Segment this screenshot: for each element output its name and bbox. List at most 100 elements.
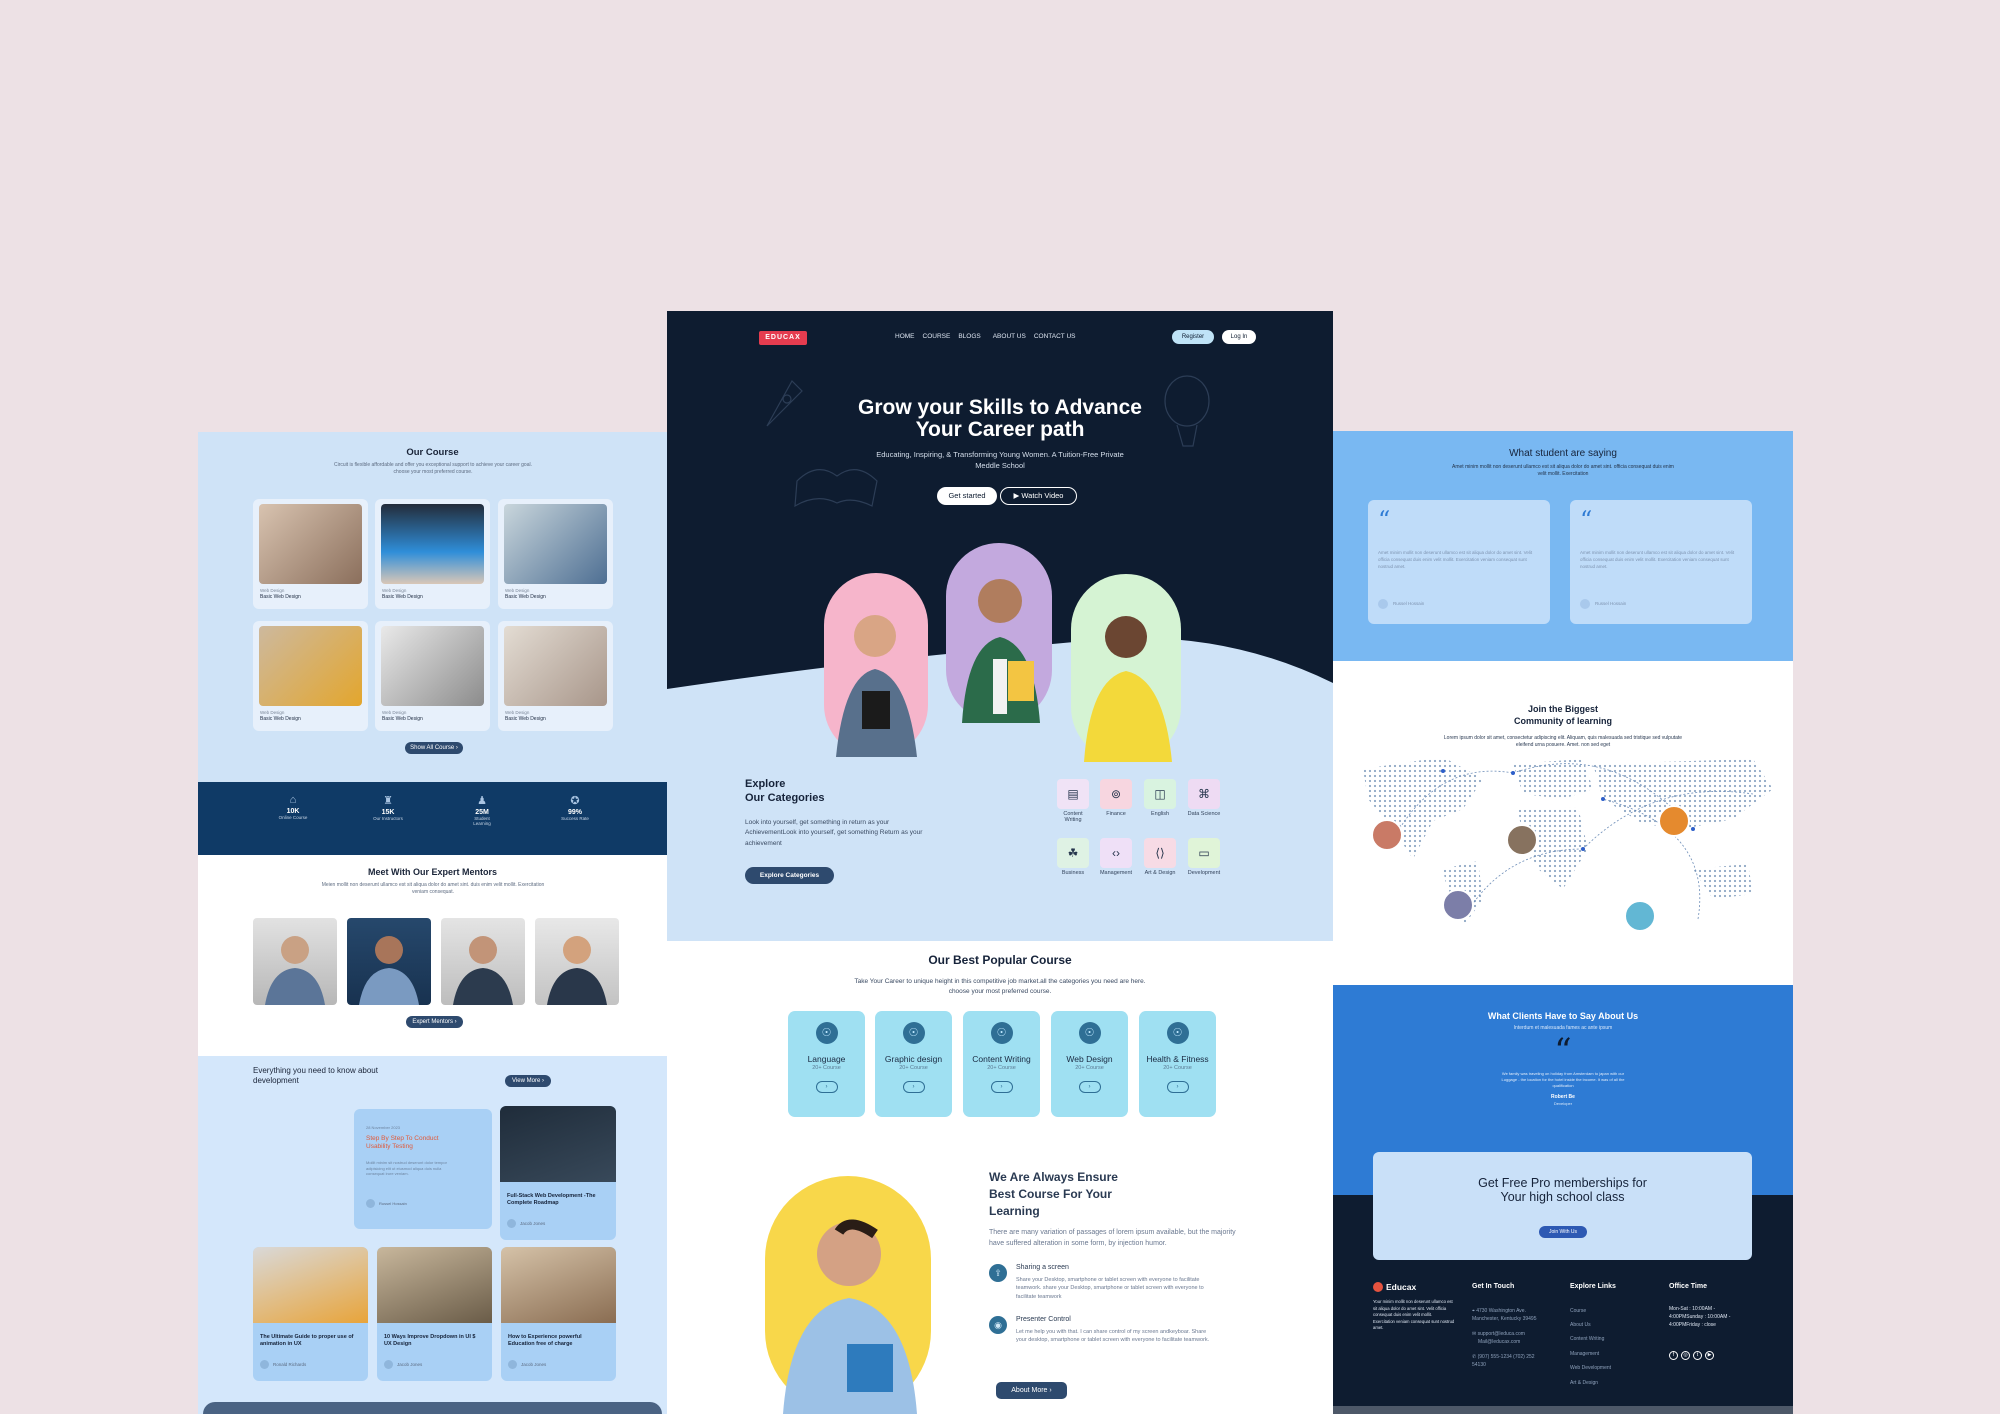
course-image: [259, 626, 362, 706]
nav-home[interactable]: HOME: [895, 333, 915, 340]
logo[interactable]: EDUCAX: [759, 331, 807, 345]
author-avatar: [366, 1199, 375, 1208]
category-development[interactable]: ▭ Development: [1187, 838, 1221, 876]
footer-link[interactable]: Course: [1570, 1308, 1586, 1316]
feature-title: Presenter Control: [1016, 1316, 1071, 1323]
category-management[interactable]: ‹› Management: [1099, 838, 1133, 876]
join-with-us-button[interactable]: Join With Us: [1539, 1226, 1587, 1238]
footer-email[interactable]: Mail@leducax.com: [1478, 1339, 1520, 1347]
community-title: Join the Biggest Community of learning: [1513, 704, 1612, 727]
nav-contact[interactable]: CONTACT US: [1034, 333, 1076, 340]
course-name: Basic Web Design: [260, 716, 301, 722]
youtube-icon[interactable]: ▶: [1705, 1351, 1714, 1360]
footer-link[interactable]: Web Development: [1570, 1365, 1611, 1373]
blog-heading: Everything you need to know about develo…: [253, 1066, 378, 1086]
course-card[interactable]: Web Design Basic Web Design: [253, 621, 368, 731]
watch-video-button[interactable]: ▶ Watch Video: [1000, 487, 1077, 505]
footer-address: ⌖ 4730 Washington Ave. Manchester, Kentu…: [1472, 1308, 1537, 1322]
footer-link[interactable]: Management: [1570, 1351, 1599, 1359]
member-avatar: [1442, 889, 1474, 921]
main-nav: HOME COURSE BLOGS ABOUT US CONTACT US: [895, 333, 1083, 340]
course-card[interactable]: Web Design Basic Web Design: [253, 499, 368, 609]
footer-brand[interactable]: Educax: [1386, 1282, 1416, 1292]
course-content-writing[interactable]: ☉ Content Writing 20+ Course ›: [963, 1011, 1040, 1117]
course-image: [504, 626, 607, 706]
course-category: Web Design: [382, 710, 407, 715]
nav-blogs[interactable]: BLOGS: [958, 333, 980, 340]
category-english[interactable]: ◫ English: [1143, 779, 1177, 817]
blog-card[interactable]: The Ultimate Guide to proper use of anim…: [253, 1247, 368, 1381]
arrow-right-icon[interactable]: ›: [1166, 1081, 1189, 1093]
office-hours: Mon-Sat : 10:00AM - 4:00PMSunday : 10:00…: [1669, 1306, 1731, 1328]
ensure-text: There are many variation of passages of …: [989, 1229, 1236, 1247]
testimonial-author: Russel Hossain: [1393, 601, 1425, 606]
twitter-icon[interactable]: t: [1693, 1351, 1702, 1360]
mentor-photo[interactable]: [347, 918, 431, 1005]
course-health-fitness[interactable]: ☉ Health & Fitness 20+ Course ›: [1139, 1011, 1216, 1117]
footer-link[interactable]: Art & Design: [1570, 1380, 1598, 1388]
clients-title: What Clients Have to Say About Us: [1487, 1011, 1639, 1021]
category-art-design[interactable]: ⟨⟩ Art & Design: [1143, 838, 1177, 876]
student-icon: ♟: [477, 795, 487, 807]
nav-about[interactable]: ABOUT US: [993, 333, 1026, 340]
about-more-button[interactable]: About More ›: [996, 1382, 1067, 1399]
person-image: [265, 936, 325, 1005]
footer-phone[interactable]: ✆ (907) 555-1234 (702) 252 54130: [1472, 1354, 1547, 1370]
mentors-subtitle: Meien mollit non deserunt ullamco est si…: [321, 882, 545, 895]
show-all-course-button[interactable]: Show All Course ›: [405, 742, 463, 754]
membership-title: Get Free Pro memberships for Your high s…: [1478, 1176, 1647, 1204]
footer-about: Your minim mollit non deserunt ullamco e…: [1373, 1299, 1455, 1330]
course-image: [259, 504, 362, 584]
arrow-right-icon[interactable]: ›: [815, 1081, 838, 1093]
blog-card[interactable]: Full-Stack Web Development -The Complete…: [500, 1106, 616, 1240]
person-image: [359, 936, 419, 1005]
business-icon: ☘: [1057, 838, 1089, 868]
membership-card: [1373, 1152, 1752, 1260]
smiling-student-image: [765, 1176, 931, 1414]
category-finance[interactable]: ⊚ Finance: [1099, 779, 1133, 817]
register-button[interactable]: Register: [1172, 330, 1214, 344]
course-category: Web Design: [382, 588, 407, 593]
mentor-photo[interactable]: [253, 918, 337, 1005]
get-started-button[interactable]: Get started: [937, 487, 997, 505]
blog-card[interactable]: 10 Ways Improve Dropdown in UI $ UX Desi…: [377, 1247, 492, 1381]
instagram-icon[interactable]: ◎: [1681, 1351, 1690, 1360]
course-graphic-design[interactable]: ☉ Graphic design 20+ Course ›: [875, 1011, 952, 1117]
footer-link[interactable]: About Us: [1570, 1322, 1591, 1330]
blog-card[interactable]: How to Experience powerful Education fre…: [501, 1247, 616, 1381]
course-name: Basic Web Design: [382, 594, 423, 600]
nav-course[interactable]: COURSE: [923, 333, 951, 340]
left-page-panel: Our Course Circuit is flexible affordabl…: [198, 432, 667, 1414]
course-language[interactable]: ☉ Language 20+ Course ›: [788, 1011, 865, 1117]
award-icon: ✪: [570, 795, 580, 807]
featured-blog-card[interactable]: 28 November 2023 Step By Step To Conduct…: [354, 1109, 492, 1229]
category-content-writing[interactable]: ▤ Content Writing: [1056, 779, 1090, 823]
popular-subtitle: Take Your Career to unique height in thi…: [854, 978, 1146, 996]
quote-icon: “: [1378, 506, 1391, 534]
arrow-right-icon[interactable]: ›: [902, 1081, 925, 1093]
footer-link[interactable]: Content Writing: [1570, 1336, 1604, 1344]
course-card[interactable]: Web Design Basic Web Design: [375, 499, 490, 609]
expert-mentors-button[interactable]: Expert Mentors ›: [406, 1016, 463, 1028]
view-more-button[interactable]: View More ›: [505, 1075, 551, 1087]
code-icon: ‹›: [1100, 838, 1132, 868]
course-category: Web Design: [260, 710, 285, 715]
blog-title: Step By Step To Conduct Usability Testin…: [366, 1135, 439, 1151]
feature-title: Sharing a screen: [1016, 1264, 1069, 1271]
login-button[interactable]: Log In: [1222, 330, 1256, 344]
course-card[interactable]: Web Design Basic Web Design: [498, 621, 613, 731]
mentor-photo[interactable]: [441, 918, 525, 1005]
category-data-science[interactable]: ⌘ Data Science: [1187, 779, 1221, 817]
mentor-photo[interactable]: [535, 918, 619, 1005]
arrow-right-icon[interactable]: ›: [990, 1081, 1013, 1093]
category-business[interactable]: ☘ Business: [1056, 838, 1090, 876]
course-card[interactable]: Web Design Basic Web Design: [498, 499, 613, 609]
facebook-icon[interactable]: f: [1669, 1351, 1678, 1360]
explore-text: Look into yourself, get something in ret…: [745, 819, 923, 847]
footer-email[interactable]: ✉ support@leduca.com: [1472, 1331, 1525, 1339]
arrow-right-icon[interactable]: ›: [1078, 1081, 1101, 1093]
course-card[interactable]: Web Design Basic Web Design: [375, 621, 490, 731]
course-name: Basic Web Design: [260, 594, 301, 600]
explore-categories-button[interactable]: Explore Categories: [745, 867, 834, 884]
course-web-design[interactable]: ☉ Web Design 20+ Course ›: [1051, 1011, 1128, 1117]
